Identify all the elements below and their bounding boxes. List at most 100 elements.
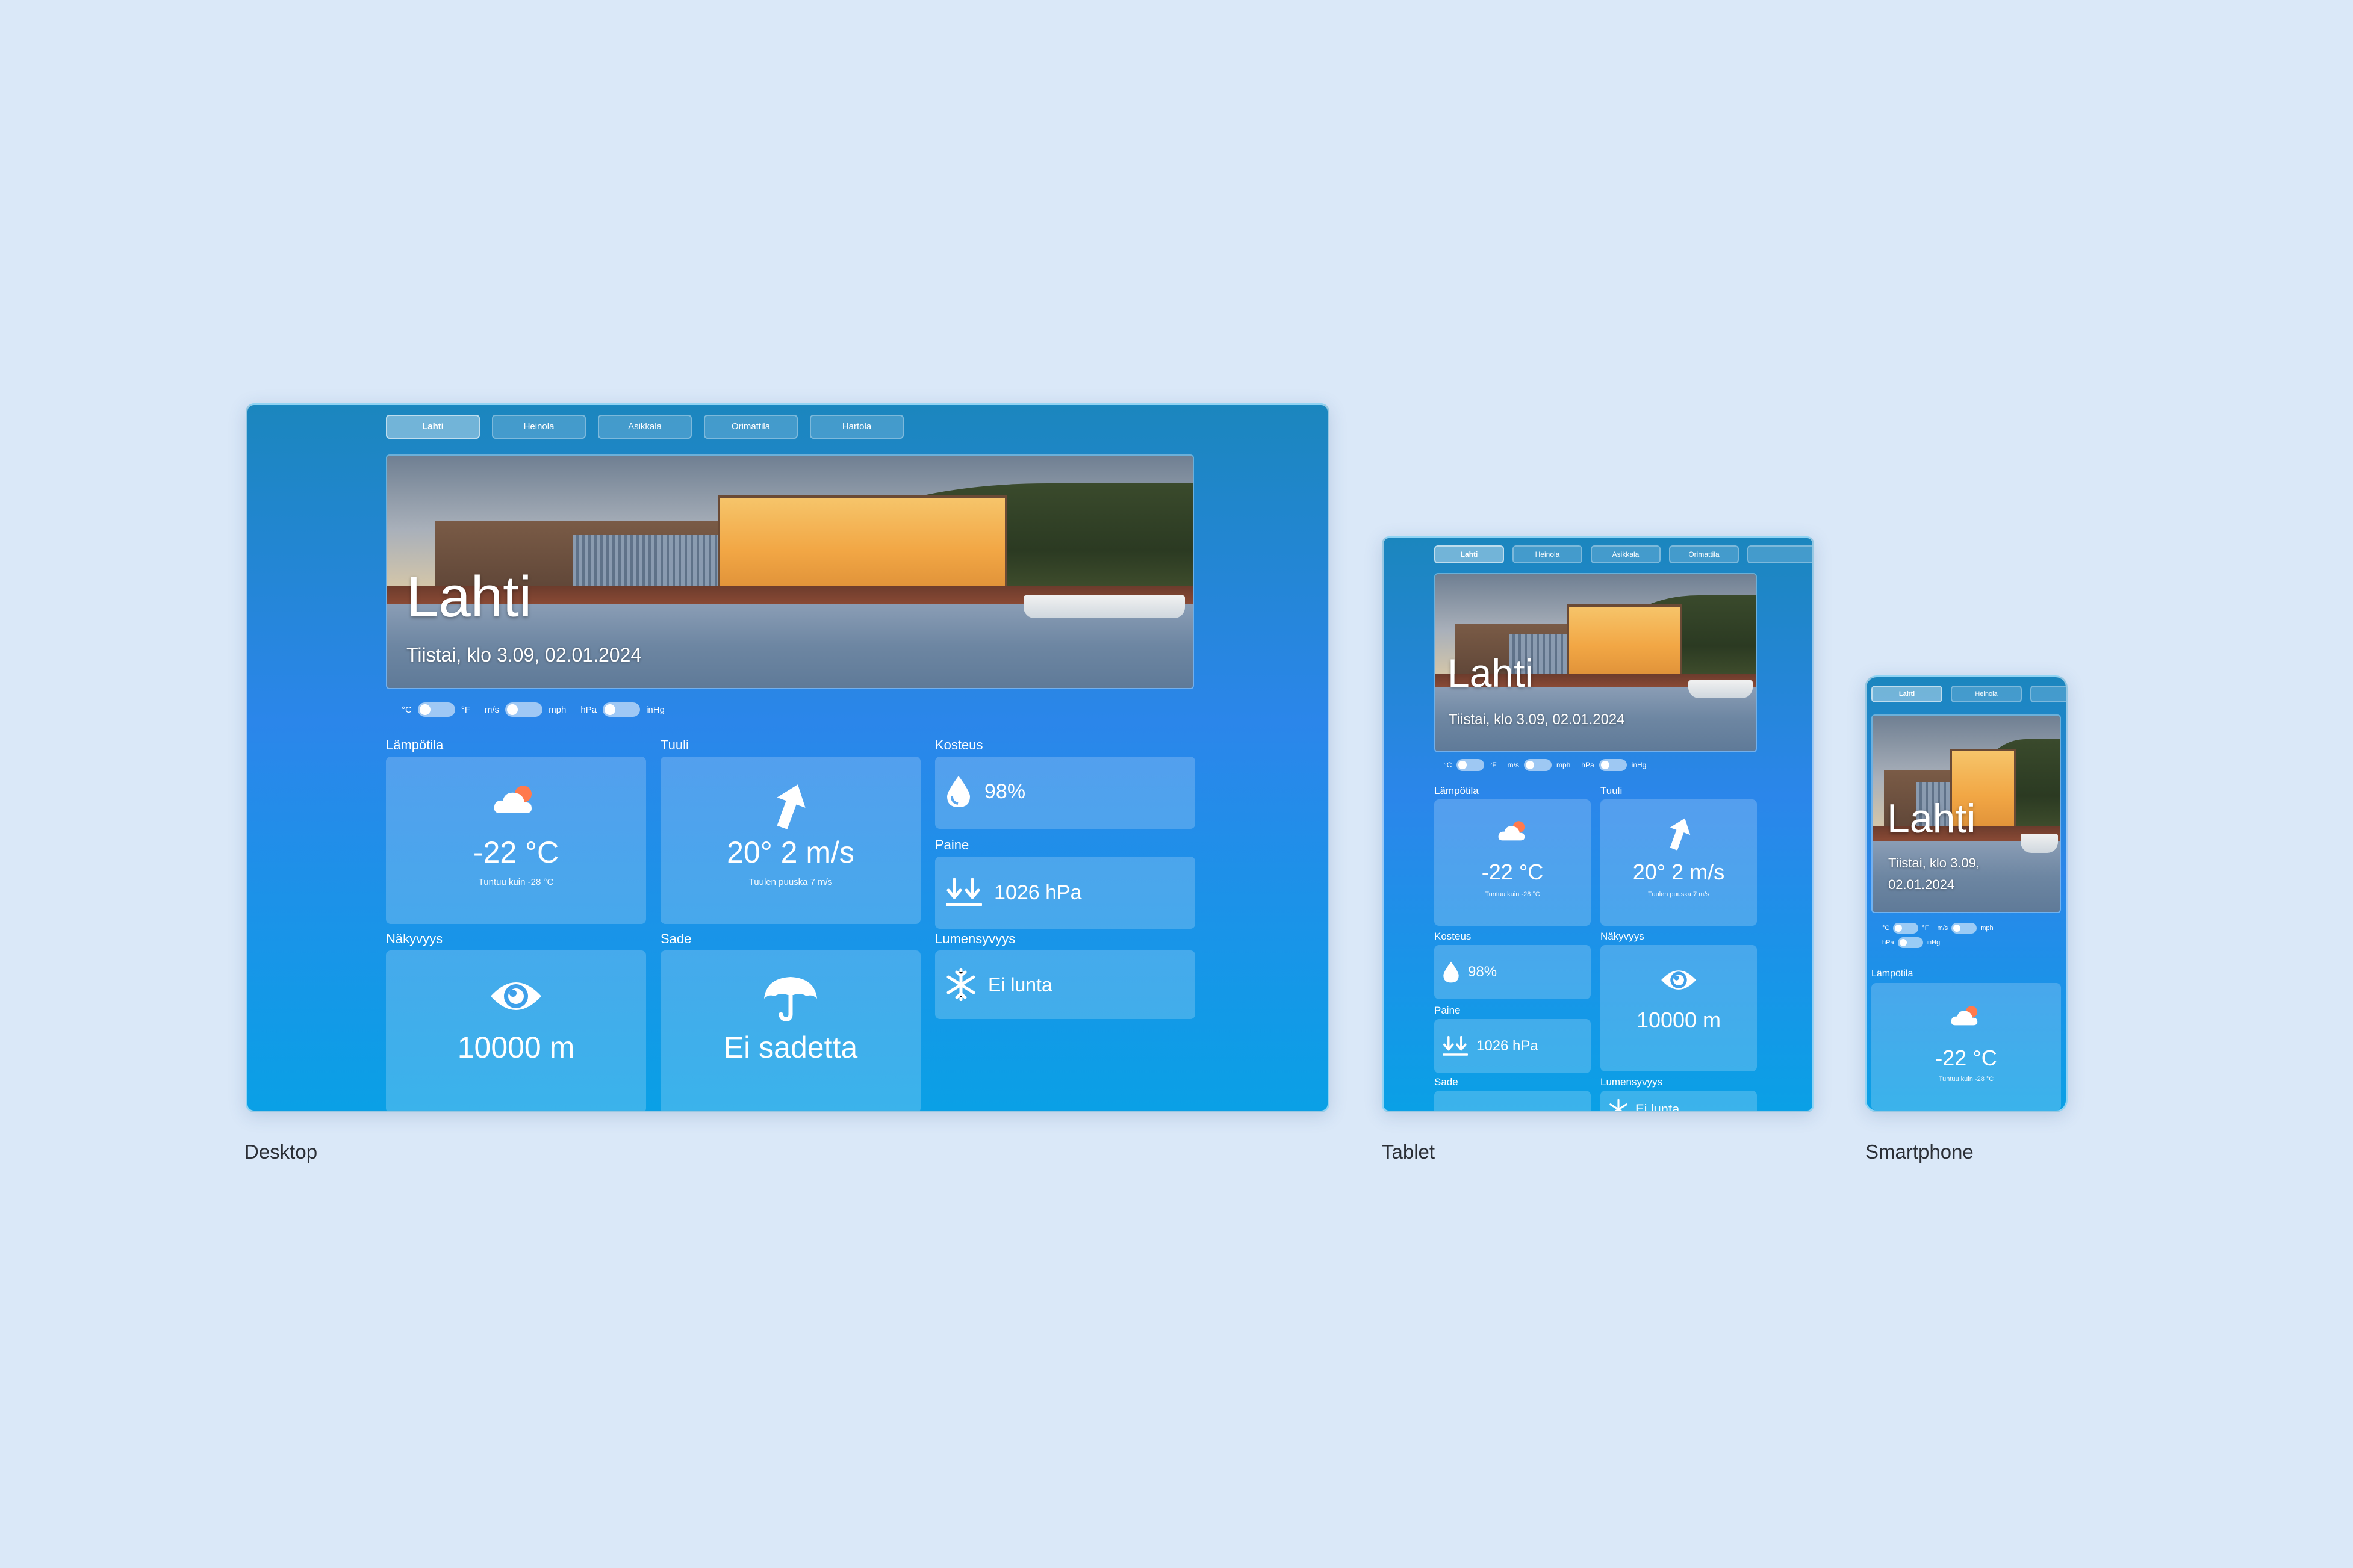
wind-label: Tuuli — [661, 737, 689, 752]
pressure-card: 1026 hPa — [1434, 1019, 1591, 1073]
pressure-unit-toggle[interactable] — [603, 702, 641, 717]
unit-hpa-label: hPa — [1882, 939, 1894, 946]
snow-card: Ei lunta — [935, 950, 1195, 1019]
humidity-card: 98% — [1434, 945, 1591, 999]
hero-image: Lahti Tiistai, klo 3.09, 02.01.2024 — [1434, 573, 1757, 752]
snow-value: Ei lunta — [1635, 1102, 1680, 1112]
arrow-up-right-icon — [769, 782, 811, 830]
city-title: Lahti — [1887, 796, 1976, 841]
arrows-down-icon — [946, 878, 982, 907]
unit-toggles: °C °F m/s mph hPa inHg — [402, 702, 665, 717]
humidity-value: 98% — [1468, 964, 1497, 980]
humidity-card: 98% — [935, 757, 1195, 829]
gust-text: Tuulen puuska 7 m/s — [748, 877, 833, 887]
tab-asikkala[interactable] — [2030, 686, 2066, 702]
unit-inhg-label: inHg — [1631, 761, 1647, 769]
tab-lahti[interactable]: Lahti — [386, 415, 480, 439]
pressure-card: 1026 hPa — [935, 857, 1195, 929]
snow-label: Lumensyvyys — [935, 931, 1016, 946]
wind-unit-toggle[interactable] — [1523, 759, 1552, 771]
unit-fahrenheit-label: °F — [1922, 925, 1929, 932]
pressure-value: 1026 hPa — [1476, 1038, 1538, 1054]
desktop-preview: Lahti Heinola Asikkala Orimattila Hartol… — [246, 403, 1329, 1112]
tab-orimattila[interactable]: Orimattila — [704, 415, 798, 439]
rain-label: Sade — [1434, 1076, 1458, 1088]
date-text: Tiistai, klo 3.09, 02.01.2024 — [406, 644, 642, 666]
unit-mph-label: mph — [1556, 761, 1571, 769]
unit-toggles: °C °F m/s mph hPa inHg — [1444, 759, 1646, 771]
tab-heinola[interactable]: Heinola — [1512, 545, 1582, 563]
cloud-sun-icon — [492, 782, 540, 818]
tablet-preview: Lahti Heinola Asikkala Orimattila Lahti … — [1382, 536, 1814, 1112]
unit-mph-label: mph — [549, 704, 567, 715]
rain-card — [1434, 1091, 1591, 1111]
tab-heinola[interactable]: Heinola — [1951, 686, 2022, 702]
visibility-value: 10000 m — [457, 1030, 575, 1064]
feels-like-text: Tuntuu kuin -28 °C — [478, 877, 554, 887]
eye-icon — [488, 977, 544, 1015]
cloud-sun-icon — [1497, 819, 1531, 844]
umbrella-icon — [762, 975, 819, 1023]
date-text-line1: Tiistai, klo 3.09, — [1888, 855, 1980, 870]
temperature-card: -22 °C Tuntuu kuin -28 °C — [386, 757, 646, 924]
unit-hpa-label: hPa — [580, 704, 597, 715]
temp-unit-toggle[interactable] — [417, 702, 455, 717]
city-title: Lahti — [1447, 651, 1534, 695]
droplet-icon — [946, 775, 971, 808]
rain-card: Ei sadetta — [661, 950, 921, 1111]
date-text-line2: 02.01.2024 — [1888, 877, 1955, 892]
rain-value: Ei sadetta — [723, 1030, 858, 1064]
smartphone-preview: Lahti Heinola Lahti Tiistai, klo 3.09, 0… — [1865, 675, 2068, 1112]
unit-inhg-label: inHg — [1926, 939, 1941, 946]
wind-label: Tuuli — [1600, 785, 1623, 796]
temperature-card: -22 °C Tuntuu kuin -28 °C — [1434, 799, 1591, 926]
tab-lahti[interactable]: Lahti — [1871, 686, 1942, 702]
temperature-value: -22 °C — [473, 835, 559, 869]
tab-orimattila[interactable]: Orimattila — [1669, 545, 1739, 563]
pressure-unit-toggle[interactable] — [1897, 937, 1923, 948]
feels-like-text: Tuntuu kuin -28 °C — [1485, 891, 1540, 898]
tab-asikkala[interactable]: Asikkala — [598, 415, 692, 439]
unit-celsius-label: °C — [1444, 761, 1452, 769]
humidity-value: 98% — [984, 779, 1026, 803]
unit-celsius-label: °C — [402, 704, 412, 715]
visibility-value: 10000 m — [1636, 1008, 1721, 1032]
smartphone-caption: Smartphone — [1865, 1141, 1974, 1163]
wind-unit-toggle[interactable] — [505, 702, 543, 717]
humidity-label: Kosteus — [1434, 931, 1472, 942]
wind-value: 20° 2 m/s — [1632, 860, 1725, 884]
rain-label: Sade — [661, 931, 692, 946]
temperature-value: -22 °C — [1481, 860, 1544, 884]
pressure-value: 1026 hPa — [994, 881, 1082, 904]
hero-image: Lahti Tiistai, klo 3.09, 02.01.2024 — [386, 454, 1194, 689]
pressure-unit-toggle[interactable] — [1599, 759, 1627, 771]
unit-ms-label: m/s — [1937, 925, 1948, 932]
arrow-up-right-icon — [1664, 816, 1694, 851]
wind-unit-toggle[interactable] — [1951, 923, 1977, 934]
unit-fahrenheit-label: °F — [461, 704, 471, 715]
feels-like-text: Tuntuu kuin -28 °C — [1938, 1076, 1994, 1083]
tab-heinola[interactable]: Heinola — [492, 415, 586, 439]
visibility-card: 10000 m — [1600, 945, 1757, 1071]
tab-hartola[interactable] — [1747, 545, 1812, 563]
tab-asikkala[interactable]: Asikkala — [1591, 545, 1661, 563]
unit-hpa-label: hPa — [1581, 761, 1594, 769]
droplet-icon — [1443, 961, 1459, 984]
temp-unit-toggle[interactable] — [1893, 923, 1919, 934]
snow-label: Lumensyvyys — [1600, 1076, 1662, 1088]
hero-image: Lahti Tiistai, klo 3.09, 02.01.2024 — [1871, 714, 2061, 913]
unit-celsius-label: °C — [1882, 925, 1890, 932]
visibility-card: 10000 m — [386, 950, 646, 1111]
snowflake-icon — [946, 968, 976, 1001]
temp-unit-toggle[interactable] — [1456, 759, 1485, 771]
pressure-label: Paine — [935, 837, 969, 852]
tab-lahti[interactable]: Lahti — [1434, 545, 1504, 563]
tab-hartola[interactable]: Hartola — [810, 415, 904, 439]
gust-text: Tuulen puuska 7 m/s — [1648, 891, 1709, 898]
tablet-caption: Tablet — [1382, 1141, 1435, 1163]
humidity-label: Kosteus — [935, 737, 983, 752]
unit-toggles: °C °F m/s mph hPa inHg — [1882, 923, 2045, 948]
unit-ms-label: m/s — [485, 704, 500, 715]
visibility-label: Näkyvyys — [386, 931, 443, 946]
visibility-label: Näkyvyys — [1600, 931, 1644, 942]
